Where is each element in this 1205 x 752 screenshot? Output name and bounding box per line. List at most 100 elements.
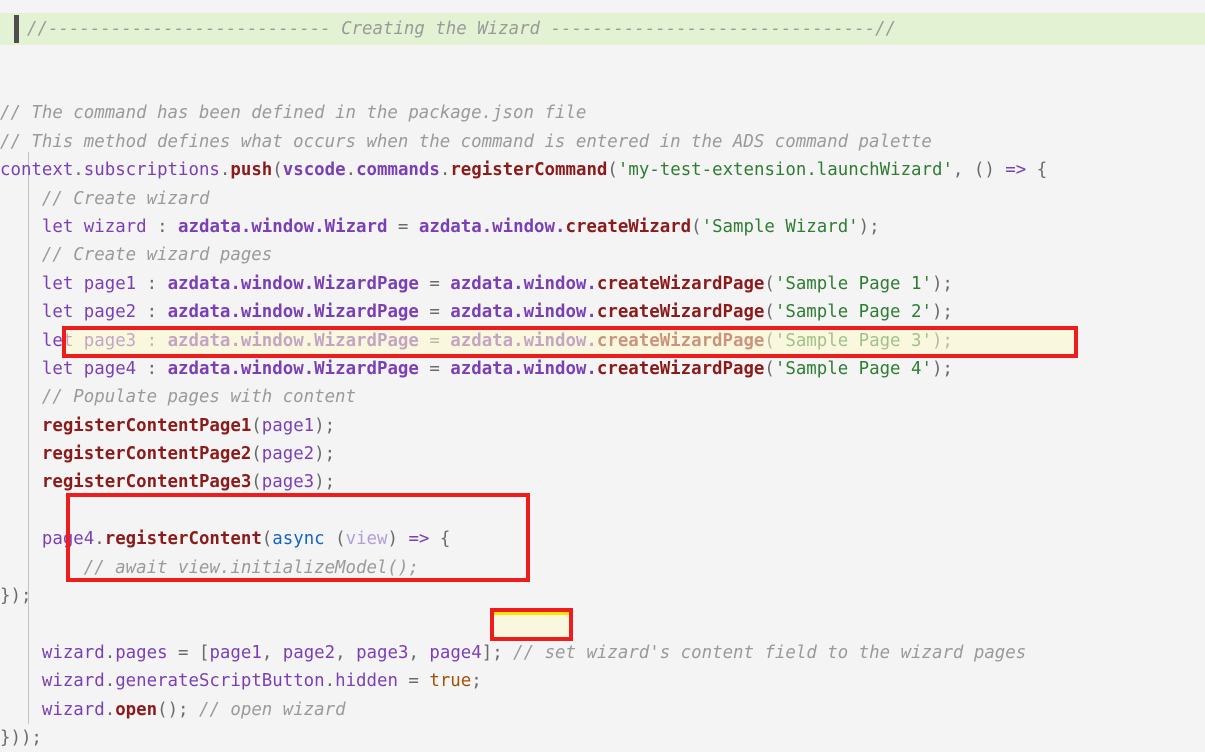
code-token-fn: registerContentPage3 bbox=[41, 472, 252, 493]
section-banner-accent-bar bbox=[14, 15, 19, 43]
code-token-cmt: // await view.initializeModel(); bbox=[83, 557, 419, 578]
code-token-kw: let bbox=[41, 358, 74, 379]
code-token-punc: ) bbox=[387, 529, 409, 550]
code-token-punc: . bbox=[439, 160, 451, 181]
code-token-fn: createWizard bbox=[565, 216, 692, 237]
code-token-ident: subscriptions bbox=[83, 160, 220, 181]
code-line-close-register-content: }); bbox=[0, 582, 1205, 610]
code-token-punc bbox=[73, 359, 83, 379]
code-token-punc: ( bbox=[764, 330, 775, 351]
code-token-kw: let bbox=[41, 330, 74, 351]
code-token-punc: ; bbox=[471, 671, 482, 692]
code-line-wizard-generate-script-button-hidden: wizard.generateScriptButton.hidden = tru… bbox=[0, 667, 1205, 695]
code-token-op: => bbox=[408, 529, 430, 550]
code-token-ident: page2 bbox=[83, 302, 137, 323]
code-token-punc: ); bbox=[314, 472, 336, 493]
code-token-str: 'Sample Page 2' bbox=[774, 302, 932, 323]
code-line-register-content-page3: registerContentPage3(page3); bbox=[0, 468, 1205, 496]
code-token-punc: . bbox=[104, 699, 116, 720]
code-token-punc: = bbox=[418, 358, 451, 379]
code-token-punc bbox=[73, 217, 83, 237]
code-token-type: azdata.window. bbox=[450, 358, 597, 379]
code-token-type: vscode bbox=[282, 160, 346, 181]
code-token-param: view bbox=[345, 529, 388, 550]
code-token-cmt: // Create wizard pages bbox=[41, 245, 273, 266]
code-token-cmt: // The command has been defined in the p… bbox=[0, 103, 587, 124]
code-token-ident: page2 bbox=[282, 642, 336, 663]
code-token-punc: ( bbox=[324, 529, 346, 550]
code-token-type: azdata.window.WizardPage bbox=[167, 273, 419, 294]
code-token-ident: context bbox=[0, 160, 74, 181]
code-token-kw: let bbox=[41, 273, 74, 294]
code-token-punc: ( bbox=[607, 160, 618, 181]
code-token-ident: wizard bbox=[41, 699, 105, 720]
code-token-punc: ( bbox=[251, 444, 262, 465]
code-token-punc: = bbox=[418, 273, 451, 294]
code-token-punc: . bbox=[324, 671, 336, 692]
code-line-blank-3 bbox=[0, 610, 1205, 638]
code-token-punc: . bbox=[104, 671, 116, 692]
code-token-str: 'Sample Page 4' bbox=[774, 358, 932, 379]
code-token-punc: : bbox=[136, 330, 168, 351]
code-token-str: 'Sample Page 1' bbox=[774, 273, 932, 294]
code-line-comment-create-wizard-pages: // Create wizard pages bbox=[0, 241, 1205, 269]
code-line-blank-1 bbox=[0, 71, 1205, 99]
section-banner-text: //--------------------------- Creating t… bbox=[27, 19, 897, 39]
code-token-str: 'Sample Page 3' bbox=[774, 330, 932, 351]
code-token-ident: page3 bbox=[356, 642, 409, 663]
code-token-punc: (); bbox=[157, 699, 199, 720]
code-token-punc: . bbox=[94, 529, 105, 550]
code-line-let-wizard: let wizard : azdata.window.Wizard = azda… bbox=[0, 213, 1205, 241]
code-token-punc: ( bbox=[251, 415, 262, 436]
code-token-punc: . bbox=[345, 160, 357, 181]
code-token-cmt: // This method defines what occurs when … bbox=[0, 131, 932, 152]
code-token-punc: = bbox=[418, 330, 451, 351]
code-token-punc: . bbox=[73, 160, 84, 181]
code-token-punc: ); bbox=[931, 330, 953, 351]
code-token-punc: : bbox=[136, 358, 168, 379]
code-token-type: commands bbox=[356, 160, 440, 181]
code-token-type: azdata.window. bbox=[450, 330, 597, 351]
code-token-str: 'Sample Wizard' bbox=[701, 216, 859, 237]
code-token-ident: wizard bbox=[83, 216, 147, 237]
code-token-punc: : bbox=[146, 216, 179, 237]
code-token-fn: registerContent bbox=[104, 529, 262, 550]
code-token-punc: ); bbox=[314, 415, 336, 436]
code-token-ident: page4 bbox=[429, 642, 482, 663]
code-token-punc: = [ bbox=[167, 642, 210, 663]
code-token-punc: = bbox=[397, 671, 430, 692]
code-token-cmt: // Populate pages with content bbox=[41, 387, 356, 408]
code-line-wizard-pages-assign: wizard.pages = [page1, page2, page3, pag… bbox=[0, 639, 1205, 667]
code-line-let-page4: let page4 : azdata.window.WizardPage = a… bbox=[0, 355, 1205, 383]
code-token-punc: }); bbox=[0, 586, 32, 607]
code-token-punc: ); bbox=[931, 358, 953, 379]
code-token-fn: open bbox=[115, 699, 158, 720]
code-token-punc bbox=[73, 302, 83, 322]
code-token-type: azdata.window.WizardPage bbox=[167, 302, 419, 323]
code-token-punc: ( bbox=[764, 302, 775, 323]
code-token-fn: push bbox=[230, 160, 273, 181]
code-line-comment-await-initialize-model: // await view.initializeModel(); bbox=[0, 554, 1205, 582]
code-line-comment-populate-pages: // Populate pages with content bbox=[0, 383, 1205, 411]
code-token-ident: page1 bbox=[209, 642, 262, 663]
code-token-punc: , bbox=[408, 642, 430, 663]
code-token-punc: = bbox=[418, 302, 451, 323]
code-line-push-register-command: context.subscriptions.push(vscode.comman… bbox=[0, 156, 1205, 184]
code-token-punc: ); bbox=[858, 216, 880, 237]
code-token-punc: ( bbox=[272, 160, 283, 181]
code-token-punc: ( bbox=[691, 216, 702, 237]
code-token-punc: . bbox=[104, 642, 116, 663]
code-token-type: azdata.window. bbox=[418, 216, 566, 237]
code-token-punc: ( bbox=[764, 358, 775, 379]
code-token-punc: , bbox=[335, 642, 357, 663]
